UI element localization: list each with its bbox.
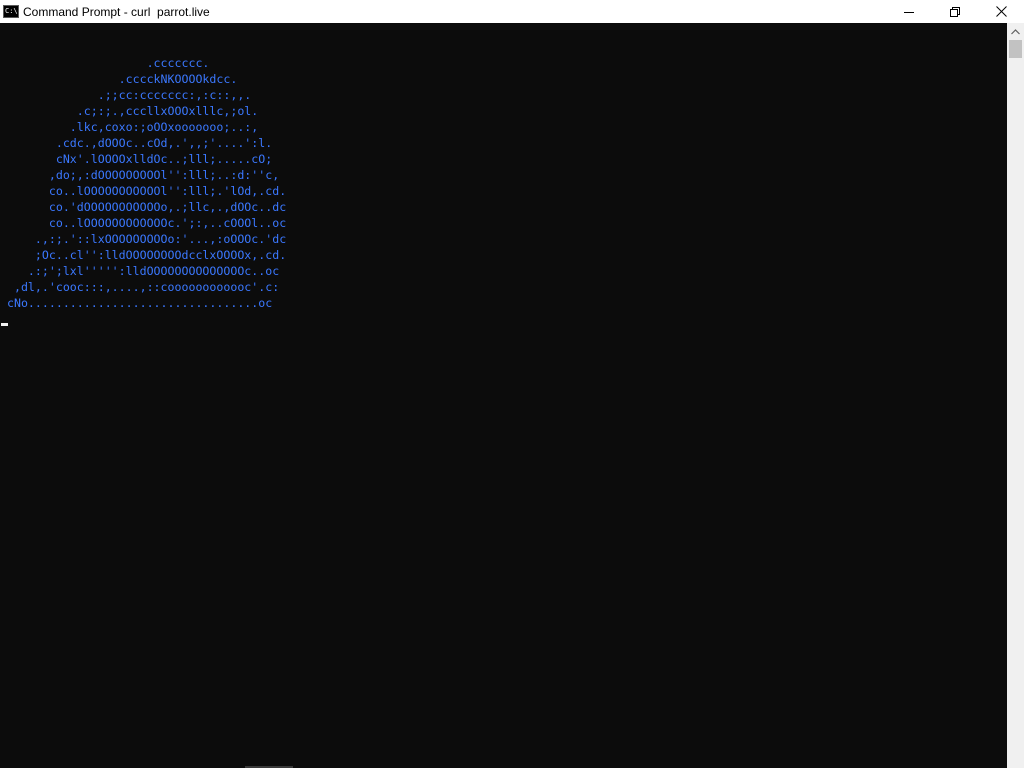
ascii-art-line: cNx'.lOOOOxlldOc..;lll;.....cO; <box>0 152 273 166</box>
ascii-art-line: .cdc.,dOOOc..cOd,.',,;'....':l. <box>0 136 273 150</box>
ascii-art-line: ;Oc..cl'':lldOOOOOOOOdcclxOOOOx,.cd. <box>0 248 287 262</box>
ascii-art-line: co.'dOOOOOOOOOOOo,.;llc,.,dOOc..dc <box>0 200 287 214</box>
parrot-ascii-art: .ccccccc. .cccckNKOOOOkdcc. .;;cc:cccccc… <box>0 55 286 311</box>
ascii-art-line: .,:;.'::lxOOOOOOOOOo:'...,:oOOOc.'dc <box>0 232 287 246</box>
ascii-art-line: cNo.................................oc <box>0 296 273 310</box>
ascii-art-line: .cccckNKOOOOkdcc. <box>0 72 238 86</box>
ascii-art-line: co..lOOOOOOOOOOOl'':lll;.'lOd,.cd. <box>0 184 287 198</box>
ascii-art-line: co..lOOOOOOOOOOOOc.';:,..cOOOl..oc <box>0 216 287 230</box>
ascii-art-line: ,dl,.'cooc:::,....,::coooooooooooc'.c: <box>0 280 280 294</box>
window-controls <box>886 0 1024 23</box>
maximize-button[interactable] <box>932 0 978 23</box>
chevron-up-icon <box>1011 28 1020 34</box>
ascii-art-line: .;;cc:ccccccc:,:c::,,. <box>0 88 252 102</box>
close-button[interactable] <box>978 0 1024 23</box>
minimize-icon <box>904 11 914 13</box>
scroll-thumb[interactable] <box>1009 40 1022 58</box>
cmd-icon: C:\ <box>3 5 19 18</box>
scroll-up-button[interactable] <box>1007 23 1024 40</box>
ascii-art-line: ,do;,:dOOOOOOOOOl'':lll;..:d:''c, <box>0 168 280 182</box>
vertical-scrollbar[interactable] <box>1007 23 1024 768</box>
window-title: Command Prompt - curl parrot.live <box>23 4 210 19</box>
ascii-art-line: .ccccccc. <box>0 56 210 70</box>
ascii-art-line: .:;';lxl''''':lldOOOOOOOOOOOOOOc..oc <box>0 264 280 278</box>
restore-icon <box>950 6 960 17</box>
ascii-art-line: .lkc,coxo:;oOOxooooooo;..:, <box>0 120 259 134</box>
console-output[interactable]: .ccccccc. .cccckNKOOOOkdcc. .;;cc:cccccc… <box>0 23 1007 768</box>
close-icon <box>995 6 1007 17</box>
command-prompt-window: C:\ Command Prompt - curl parrot.live .c… <box>0 0 1024 768</box>
text-cursor <box>1 323 8 326</box>
minimize-button[interactable] <box>886 0 932 23</box>
ascii-art-line: .c;:;.,cccllxOOOxlllc,;ol. <box>0 104 259 118</box>
title-bar[interactable]: C:\ Command Prompt - curl parrot.live <box>0 0 1024 23</box>
